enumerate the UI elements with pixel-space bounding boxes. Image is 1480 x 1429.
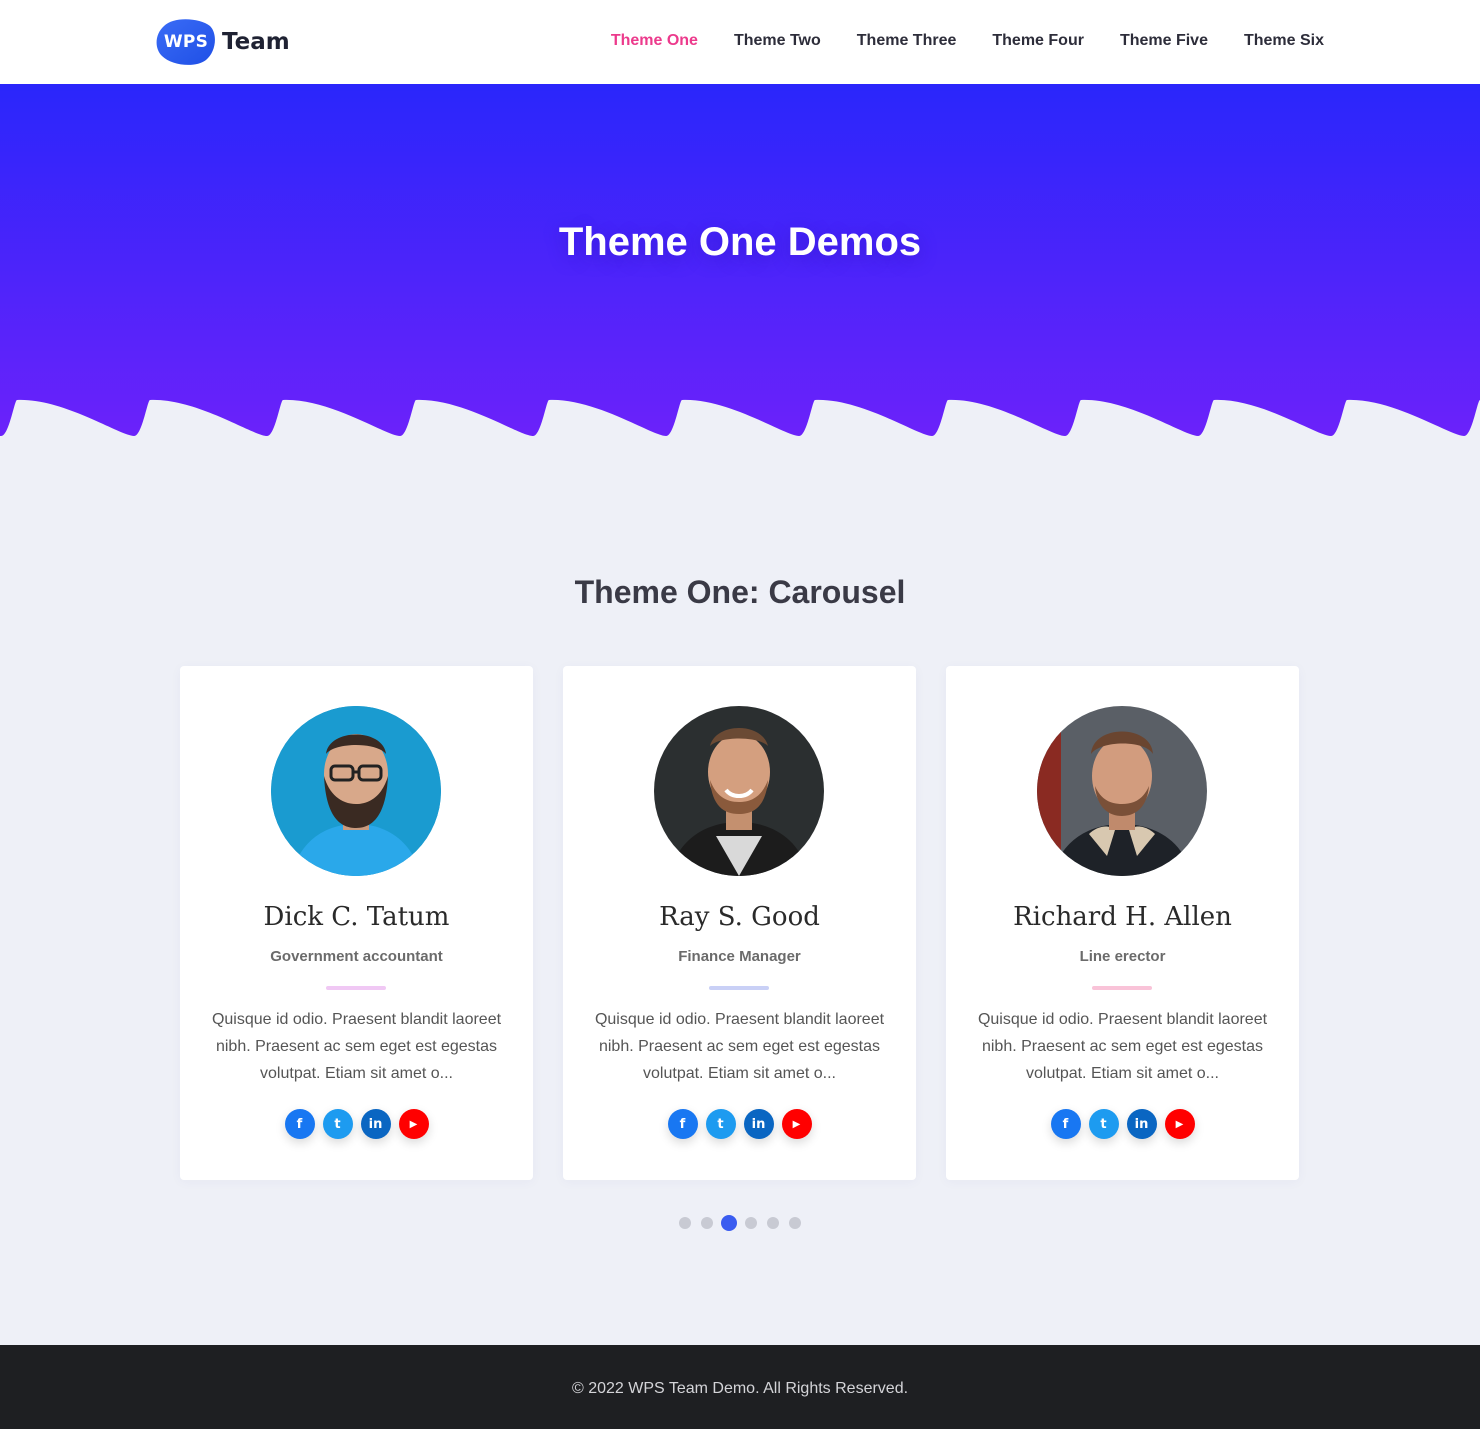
carousel-dot-active[interactable] — [721, 1215, 737, 1231]
facebook-icon[interactable]: f — [667, 1109, 698, 1139]
twitter-icon[interactable]: t — [1088, 1109, 1119, 1139]
member-role: Line erector — [1079, 948, 1166, 965]
name-divider — [1092, 986, 1152, 990]
logo-blob-icon: WPS — [156, 18, 216, 66]
member-role: Government accountant — [270, 948, 443, 965]
nav-theme-four[interactable]: Theme Four — [992, 30, 1084, 52]
linkedin-icon[interactable]: in — [743, 1109, 774, 1139]
nav-theme-five[interactable]: Theme Five — [1120, 30, 1208, 52]
team-carousel: Dick C. Tatum Government accountant Quis… — [180, 666, 1300, 1180]
twitter-icon[interactable]: t — [322, 1109, 353, 1139]
copyright-text: © 2022 WPS Team Demo. All Rights Reserve… — [571, 1380, 909, 1397]
logo-text: Team — [222, 29, 290, 55]
member-name: Ray S. Good — [659, 902, 820, 932]
avatar — [654, 706, 824, 876]
linkedin-icon[interactable]: in — [1126, 1109, 1157, 1139]
social-links: f t in ▶ — [563, 1109, 916, 1139]
site-header: WPS Team Theme One Theme Two Theme Three… — [0, 0, 1480, 84]
name-divider — [326, 986, 386, 990]
nav-theme-three[interactable]: Theme Three — [857, 30, 957, 52]
carousel-dot[interactable] — [789, 1217, 801, 1229]
section-title: Theme One: Carousel — [574, 574, 906, 610]
member-name: Dick C. Tatum — [263, 902, 450, 932]
hero-title: Theme One Demos — [558, 220, 922, 264]
facebook-icon[interactable]: f — [284, 1109, 315, 1139]
facebook-icon[interactable]: f — [1050, 1109, 1081, 1139]
social-links: f t in ▶ — [180, 1109, 533, 1139]
avatar — [271, 706, 441, 876]
team-member-card: Ray S. Good Finance Manager Quisque id o… — [563, 666, 916, 1180]
youtube-icon[interactable]: ▶ — [1164, 1109, 1195, 1139]
nav-theme-two[interactable]: Theme Two — [734, 30, 821, 52]
name-divider — [709, 986, 769, 990]
member-role: Finance Manager — [678, 948, 801, 965]
logo-badge: WPS — [163, 32, 209, 52]
nav-theme-one[interactable]: Theme One — [611, 30, 698, 52]
social-links: f t in ▶ — [946, 1109, 1299, 1139]
youtube-icon[interactable]: ▶ — [398, 1109, 429, 1139]
carousel-pagination — [0, 1215, 1480, 1231]
team-member-card: Dick C. Tatum Government accountant Quis… — [180, 666, 533, 1180]
carousel-dot[interactable] — [679, 1217, 691, 1229]
carousel-dot[interactable] — [745, 1217, 757, 1229]
member-bio: Quisque id odio. Praesent blandit laoree… — [594, 1011, 885, 1082]
main-nav: Theme One Theme Two Theme Three Theme Fo… — [575, 30, 1324, 52]
carousel-dot[interactable] — [701, 1217, 713, 1229]
avatar — [1037, 706, 1207, 876]
team-member-card: Richard H. Allen Line erector Quisque id… — [946, 666, 1299, 1180]
carousel-dot[interactable] — [767, 1217, 779, 1229]
member-bio: Quisque id odio. Praesent blandit laoree… — [211, 1011, 502, 1082]
linkedin-icon[interactable]: in — [360, 1109, 391, 1139]
member-name: Richard H. Allen — [1013, 902, 1232, 932]
twitter-icon[interactable]: t — [705, 1109, 736, 1139]
site-logo[interactable]: WPS Team — [156, 18, 290, 66]
nav-theme-six[interactable]: Theme Six — [1244, 30, 1324, 52]
site-footer: © 2022 WPS Team Demo. All Rights Reserve… — [0, 1345, 1480, 1429]
youtube-icon[interactable]: ▶ — [781, 1109, 812, 1139]
hero-banner: Theme One Demos — [0, 84, 1480, 440]
member-bio: Quisque id odio. Praesent blandit laoree… — [977, 1011, 1268, 1082]
